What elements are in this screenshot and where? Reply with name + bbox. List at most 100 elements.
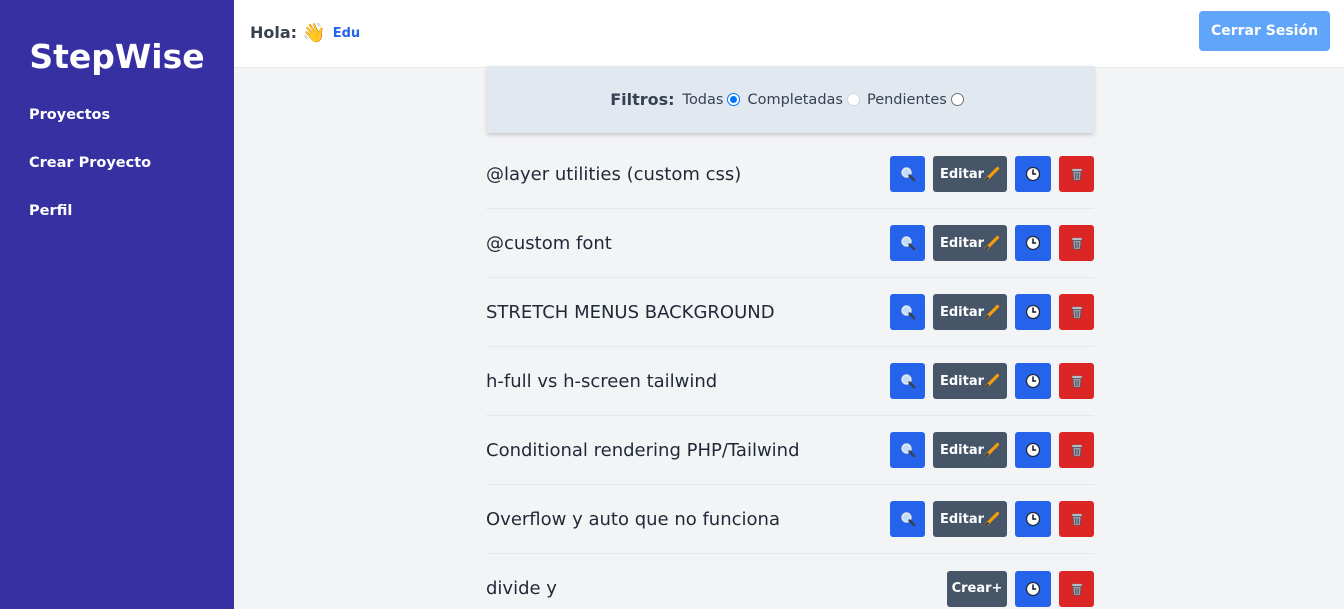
view-button[interactable] (890, 156, 925, 192)
pencil-icon (984, 166, 1000, 182)
history-button[interactable] (1015, 225, 1051, 261)
edit-button[interactable]: Editar (933, 432, 1007, 468)
delete-button[interactable] (1059, 432, 1094, 468)
delete-button[interactable] (1059, 363, 1094, 399)
pencil-icon (984, 235, 1000, 251)
task-title: @custom font (486, 232, 612, 254)
task-row: @layer utilities (custom css) Editar (486, 140, 1094, 209)
task-title: Overflow y auto que no funciona (486, 508, 780, 530)
history-button[interactable] (1015, 501, 1051, 537)
view-button[interactable] (890, 294, 925, 330)
edit-button[interactable]: Editar (933, 363, 1007, 399)
edit-label: Editar (939, 442, 985, 458)
delete-button[interactable] (1059, 225, 1094, 261)
pencil-icon (984, 304, 1000, 320)
task-actions: Crear+ (947, 570, 1094, 607)
edit-button[interactable]: Editar (933, 294, 1007, 330)
filters-label: Filtros: (610, 90, 675, 109)
sidebar: StepWise Proyectos Crear Proyecto Perfil (0, 0, 234, 609)
filter-radio-pendientes[interactable] (950, 93, 964, 106)
task-title: divide y (486, 578, 557, 599)
task-title: Conditional rendering PHP/Tailwind (486, 439, 800, 461)
task-row: Conditional rendering PHP/Tailwind Edita… (486, 416, 1094, 485)
filter-label-completadas: Completadas (747, 91, 843, 108)
task-actions: Editar (890, 432, 1094, 468)
trash-icon (1069, 235, 1085, 251)
edit-label: Editar (939, 373, 985, 389)
filter-radio-todas[interactable] (727, 93, 741, 106)
view-button[interactable] (890, 432, 925, 468)
filter-radio-completadas[interactable] (846, 93, 860, 106)
task-row: @custom font Editar (486, 209, 1094, 278)
trash-icon (1069, 442, 1085, 458)
clock-icon (1025, 442, 1041, 458)
delete-button[interactable] (1059, 156, 1094, 192)
task-actions: Editar (890, 363, 1094, 399)
clock-icon (1025, 511, 1041, 527)
magnifier-icon (900, 304, 916, 320)
edit-label: Editar (939, 235, 985, 251)
pencil-icon (984, 442, 1000, 458)
pencil-icon (984, 511, 1000, 527)
trash-icon (1069, 581, 1085, 597)
pencil-icon (984, 373, 1000, 389)
create-button[interactable]: Crear+ (947, 570, 1007, 607)
edit-label: Editar (939, 166, 985, 182)
history-button[interactable] (1015, 363, 1051, 399)
task-row: divide y Crear+ (486, 554, 1094, 609)
sidebar-nav: Proyectos Crear Proyecto Perfil (0, 104, 234, 248)
task-row: h-full vs h-screen tailwind Editar (486, 347, 1094, 416)
filter-label-pendientes: Pendientes (866, 91, 947, 108)
edit-label: Editar (939, 304, 985, 320)
task-actions: Editar (890, 156, 1094, 192)
magnifier-icon (900, 442, 916, 458)
magnifier-icon (900, 235, 916, 251)
logout-button[interactable]: Cerrar Sesión (1199, 11, 1330, 51)
filter-label-todas: Todas (682, 91, 724, 108)
clock-icon (1025, 581, 1041, 597)
magnifier-icon (900, 373, 916, 389)
history-button[interactable] (1015, 570, 1051, 607)
clock-icon (1025, 373, 1041, 389)
edit-button[interactable]: Editar (933, 225, 1007, 261)
greeting: Hola: 👋 Edu (250, 21, 360, 44)
view-button[interactable] (890, 363, 925, 399)
task-row: STRETCH MENUS BACKGROUND Editar (486, 278, 1094, 347)
view-button[interactable] (890, 225, 925, 261)
delete-button[interactable] (1059, 294, 1094, 330)
trash-icon (1069, 166, 1085, 182)
task-actions: Editar (890, 501, 1094, 537)
delete-button[interactable] (1059, 570, 1094, 607)
brand-logo[interactable]: StepWise (0, 37, 234, 76)
history-button[interactable] (1015, 156, 1051, 192)
edit-button[interactable]: Editar (933, 156, 1007, 192)
edit-button[interactable]: Editar (933, 501, 1007, 537)
top-header: Hola: 👋 Edu Cerrar Sesión (234, 0, 1344, 68)
greeting-label: Hola: (250, 23, 298, 42)
task-actions: Editar (890, 294, 1094, 330)
clock-icon (1025, 235, 1041, 251)
task-list: @layer utilities (custom css) Editar @cu… (486, 140, 1094, 609)
task-title: @layer utilities (custom css) (486, 163, 742, 185)
history-button[interactable] (1015, 432, 1051, 468)
clock-icon (1025, 166, 1041, 182)
view-button[interactable] (890, 501, 925, 537)
clock-icon (1025, 304, 1041, 320)
magnifier-icon (900, 166, 916, 182)
edit-label: Editar (939, 511, 985, 527)
task-actions: Editar (890, 225, 1094, 261)
sidebar-item-crear-proyecto[interactable]: Crear Proyecto (0, 152, 234, 200)
task-title: STRETCH MENUS BACKGROUND (486, 301, 775, 323)
trash-icon (1069, 373, 1085, 389)
filters-panel: Filtros: Todas Completadas Pendientes (487, 66, 1094, 133)
sidebar-item-perfil[interactable]: Perfil (0, 200, 234, 248)
task-title: h-full vs h-screen tailwind (486, 370, 718, 392)
wave-icon: 👋 (302, 22, 326, 44)
trash-icon (1069, 304, 1085, 320)
user-name[interactable]: Edu (333, 26, 360, 41)
sidebar-item-proyectos[interactable]: Proyectos (0, 104, 234, 152)
history-button[interactable] (1015, 294, 1051, 330)
task-row: Overflow y auto que no funciona Editar (486, 485, 1094, 554)
magnifier-icon (900, 511, 916, 527)
delete-button[interactable] (1059, 501, 1094, 537)
